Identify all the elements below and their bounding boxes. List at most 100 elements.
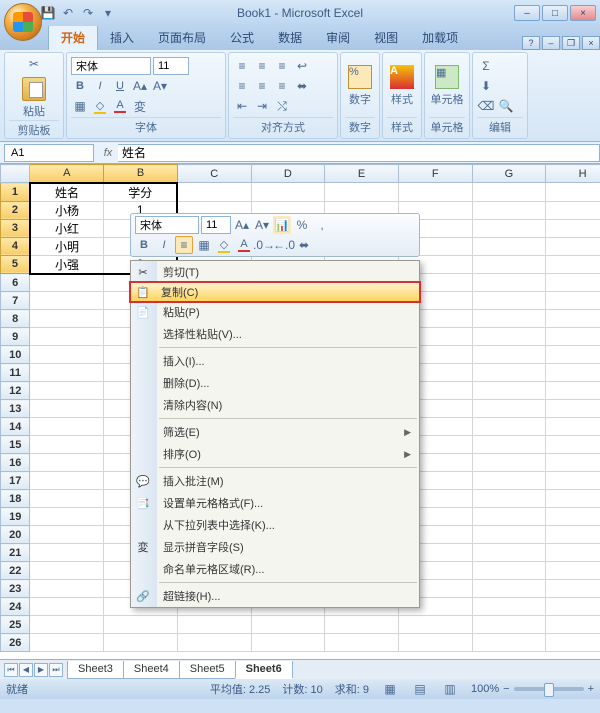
cell-E26[interactable] [325, 634, 399, 652]
cell-E25[interactable] [325, 616, 399, 634]
cell-F1[interactable] [398, 183, 472, 202]
cell-H17[interactable] [546, 472, 600, 490]
row-header-19[interactable]: 19 [1, 508, 30, 526]
cell-A24[interactable] [30, 598, 104, 616]
row-header-22[interactable]: 22 [1, 562, 30, 580]
cells-button[interactable]: ▦单元格 [429, 56, 465, 116]
redo-icon[interactable]: ↷ [80, 5, 96, 21]
cell-G7[interactable] [472, 292, 546, 310]
cell-C25[interactable] [177, 616, 251, 634]
cell-A12[interactable] [30, 382, 104, 400]
font-size-input[interactable] [153, 57, 189, 75]
cell-A15[interactable] [30, 436, 104, 454]
cell-H24[interactable] [546, 598, 600, 616]
menu-item[interactable]: 清除内容(N) [131, 394, 419, 416]
cell-A18[interactable] [30, 490, 104, 508]
cell-A7[interactable] [30, 292, 104, 310]
row-header-2[interactable]: 2 [1, 201, 30, 219]
menu-item[interactable]: 💬插入批注(M) [131, 470, 419, 492]
fill-button[interactable]: ⬇ [477, 77, 495, 95]
row-header-23[interactable]: 23 [1, 580, 30, 598]
cell-A20[interactable] [30, 526, 104, 544]
menu-item[interactable]: 选择性粘贴(V)... [131, 323, 419, 345]
cell-H2[interactable] [546, 201, 600, 219]
row-header-6[interactable]: 6 [1, 274, 30, 292]
cell-G13[interactable] [472, 400, 546, 418]
cell-A26[interactable] [30, 634, 104, 652]
cell-H19[interactable] [546, 508, 600, 526]
cell-A6[interactable] [30, 274, 104, 292]
view-pagebreak-button[interactable]: ▥ [441, 680, 459, 698]
styles-button[interactable]: A样式 [387, 56, 417, 116]
tab-view[interactable]: 视图 [362, 25, 410, 50]
menu-item[interactable]: 🔗超链接(H)... [131, 585, 419, 607]
clear-button[interactable]: ⌫ [477, 97, 495, 115]
tab-addins[interactable]: 加载项 [410, 25, 470, 50]
mini-font-color[interactable]: A [235, 236, 253, 254]
cell-D1[interactable] [251, 183, 325, 202]
cell-H22[interactable] [546, 562, 600, 580]
cell-G4[interactable] [472, 237, 546, 255]
row-header-25[interactable]: 25 [1, 616, 30, 634]
col-header-G[interactable]: G [472, 165, 546, 183]
cell-G5[interactable] [472, 255, 546, 274]
cell-B25[interactable] [104, 616, 178, 634]
zoom-slider[interactable] [514, 687, 584, 691]
name-box[interactable]: A1 [4, 144, 94, 162]
select-all-corner[interactable] [1, 165, 30, 183]
border-button[interactable]: ▦ [71, 97, 89, 115]
cell-H25[interactable] [546, 616, 600, 634]
minimize-button[interactable]: – [514, 5, 540, 21]
cell-G1[interactable] [472, 183, 546, 202]
cell-H5[interactable] [546, 255, 600, 274]
cell-H11[interactable] [546, 364, 600, 382]
indent-decrease-button[interactable]: ⇤ [233, 97, 251, 115]
cut-icon[interactable]: ✂ [25, 55, 43, 73]
sheet-nav-next[interactable]: ▶ [34, 663, 48, 677]
cell-A11[interactable] [30, 364, 104, 382]
indent-increase-button[interactable]: ⇥ [253, 97, 271, 115]
col-header-D[interactable]: D [251, 165, 325, 183]
menu-item[interactable]: 📑设置单元格格式(F)... [131, 492, 419, 514]
align-top-button[interactable]: ≡ [233, 57, 251, 75]
cell-F25[interactable] [398, 616, 472, 634]
zoom-control[interactable]: 100% − + [471, 683, 594, 695]
cell-G16[interactable] [472, 454, 546, 472]
cell-G6[interactable] [472, 274, 546, 292]
cell-A9[interactable] [30, 328, 104, 346]
mini-bold[interactable]: B [135, 236, 153, 254]
phonetic-button[interactable]: 変 [131, 97, 149, 115]
tab-formulas[interactable]: 公式 [218, 25, 266, 50]
cell-G3[interactable] [472, 219, 546, 237]
cell-G14[interactable] [472, 418, 546, 436]
col-header-C[interactable]: C [177, 165, 251, 183]
cell-G21[interactable] [472, 544, 546, 562]
align-middle-button[interactable]: ≡ [253, 57, 271, 75]
underline-button[interactable]: U [111, 77, 129, 95]
mini-increase-decimal[interactable]: ←.0 [275, 236, 293, 254]
cell-A16[interactable] [30, 454, 104, 472]
paste-button[interactable]: 粘贴 [16, 76, 52, 120]
tab-insert[interactable]: 插入 [98, 25, 146, 50]
col-header-B[interactable]: B [104, 165, 178, 183]
mini-italic[interactable]: I [155, 236, 173, 254]
fill-color-button[interactable]: ◇ [91, 97, 109, 115]
cell-G2[interactable] [472, 201, 546, 219]
tab-data[interactable]: 数据 [266, 25, 314, 50]
cell-A2[interactable]: 小杨 [30, 201, 104, 219]
cell-H8[interactable] [546, 310, 600, 328]
cell-G9[interactable] [472, 328, 546, 346]
font-name-input[interactable] [71, 57, 151, 75]
number-format-button[interactable]: %数字 [345, 56, 375, 116]
sort-filter-button[interactable]: 🔍 [497, 97, 515, 115]
undo-icon[interactable]: ↶ [60, 5, 76, 21]
col-header-E[interactable]: E [325, 165, 399, 183]
row-header-18[interactable]: 18 [1, 490, 30, 508]
mini-align-center[interactable]: ≡ [175, 236, 193, 254]
align-right-button[interactable]: ≡ [273, 77, 291, 95]
row-header-9[interactable]: 9 [1, 328, 30, 346]
cell-H3[interactable] [546, 219, 600, 237]
view-layout-button[interactable]: ▤ [411, 680, 429, 698]
office-button[interactable] [4, 3, 42, 41]
cell-H12[interactable] [546, 382, 600, 400]
